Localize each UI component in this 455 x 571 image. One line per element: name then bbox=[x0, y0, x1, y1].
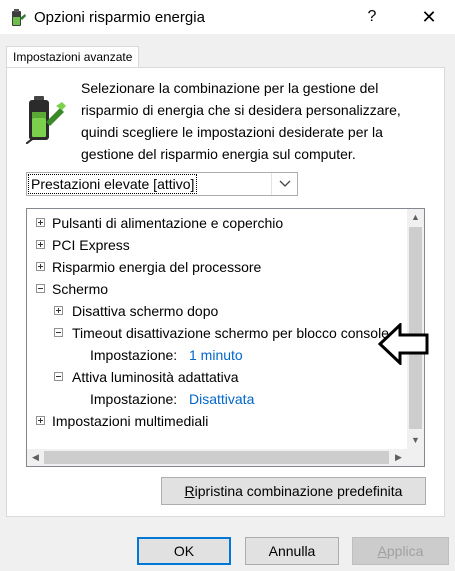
help-button[interactable]: ? bbox=[362, 6, 382, 28]
setting-value-link[interactable]: 1 minuto bbox=[189, 344, 243, 366]
setting-value-link[interactable]: Disattivata bbox=[189, 388, 254, 410]
collapse-minus-icon[interactable] bbox=[54, 372, 63, 381]
tree-item-label: Impostazioni multimediali bbox=[52, 413, 209, 429]
left-arrow-annotation-icon bbox=[378, 323, 429, 365]
tree-item-label: Risparmio energia del processore bbox=[52, 259, 262, 275]
collapse-minus-icon[interactable] bbox=[54, 328, 63, 337]
tree-item-label: Timeout disattivazione schermo per blocc… bbox=[72, 325, 389, 341]
settings-tree[interactable]: Pulsanti di alimentazione e coperchio PC… bbox=[26, 208, 425, 467]
chevron-down-icon[interactable] bbox=[279, 179, 291, 189]
horizontal-scroll-thumb[interactable] bbox=[44, 451, 389, 464]
restore-accesskey: R bbox=[184, 483, 195, 499]
tree-item[interactable]: Attiva luminosità adattativa bbox=[52, 366, 404, 388]
tree-item-label: Pulsanti di alimentazione e coperchio bbox=[52, 215, 284, 231]
expand-plus-icon[interactable] bbox=[36, 262, 45, 271]
description-text: Selezionare la combinazione per la gesti… bbox=[81, 80, 401, 162]
tab-advanced-settings[interactable]: Impostazioni avanzate bbox=[6, 46, 140, 68]
tree-item[interactable]: Timeout disattivazione schermo per blocc… bbox=[52, 322, 404, 344]
horizontal-scrollbar[interactable]: ◀ ▶ bbox=[27, 449, 407, 466]
scrollbar-corner bbox=[407, 449, 424, 466]
expand-plus-icon[interactable] bbox=[36, 416, 45, 425]
power-plan-value: Prestazioni elevate [attivo] bbox=[27, 174, 198, 194]
tree-item-label: Schermo bbox=[52, 281, 109, 297]
tree-item[interactable]: Impostazioni multimediali bbox=[34, 410, 404, 432]
close-button[interactable]: ✕ bbox=[414, 6, 444, 28]
apply-button[interactable]: Applica bbox=[352, 537, 449, 565]
tree-item-label: PCI Express bbox=[52, 237, 130, 253]
scroll-right-icon[interactable]: ▶ bbox=[390, 449, 407, 466]
restore-button-label: ipristina combinazione predefinita bbox=[194, 483, 403, 499]
setting-row[interactable]: Impostazione: 1 minuto bbox=[90, 344, 390, 366]
expand-plus-icon[interactable] bbox=[36, 218, 45, 227]
apply-accesskey: A bbox=[377, 543, 387, 559]
battery-plug-icon bbox=[26, 96, 66, 144]
setting-label: Impostazione: bbox=[90, 391, 178, 407]
tree-item-label: Disattiva schermo dopo bbox=[72, 303, 219, 319]
tree-item[interactable]: Disattiva schermo dopo bbox=[52, 300, 404, 322]
tree-item[interactable]: Schermo bbox=[34, 278, 404, 300]
combo-divider bbox=[271, 173, 272, 195]
title-bar: Opzioni risparmio energia ? ✕ bbox=[0, 0, 455, 34]
scroll-left-icon[interactable]: ◀ bbox=[27, 449, 44, 466]
expand-plus-icon[interactable] bbox=[54, 306, 63, 315]
tree-item-label: Attiva luminosità adattativa bbox=[72, 369, 239, 385]
cancel-button[interactable]: Annulla bbox=[245, 537, 339, 565]
apply-button-label: pplica bbox=[386, 543, 424, 559]
setting-row[interactable]: Impostazione: Disattivata bbox=[90, 388, 390, 410]
power-options-icon bbox=[12, 9, 26, 26]
scroll-down-icon[interactable]: ▼ bbox=[407, 432, 424, 449]
power-plan-select[interactable]: Prestazioni elevate [attivo] bbox=[26, 172, 298, 196]
collapse-minus-icon[interactable] bbox=[36, 284, 45, 293]
tree-item[interactable]: Risparmio energia del processore bbox=[34, 256, 404, 278]
expand-plus-icon[interactable] bbox=[36, 240, 45, 249]
scroll-up-icon[interactable]: ▲ bbox=[407, 209, 424, 226]
window-title: Opzioni risparmio energia bbox=[34, 9, 205, 26]
tree-item[interactable]: PCI Express bbox=[34, 234, 404, 256]
restore-default-plan-button[interactable]: Ripristina combinazione predefinita bbox=[161, 477, 426, 505]
tree-item[interactable]: Pulsanti di alimentazione e coperchio bbox=[34, 212, 404, 234]
ok-button[interactable]: OK bbox=[137, 537, 231, 565]
setting-label: Impostazione: bbox=[90, 347, 178, 363]
